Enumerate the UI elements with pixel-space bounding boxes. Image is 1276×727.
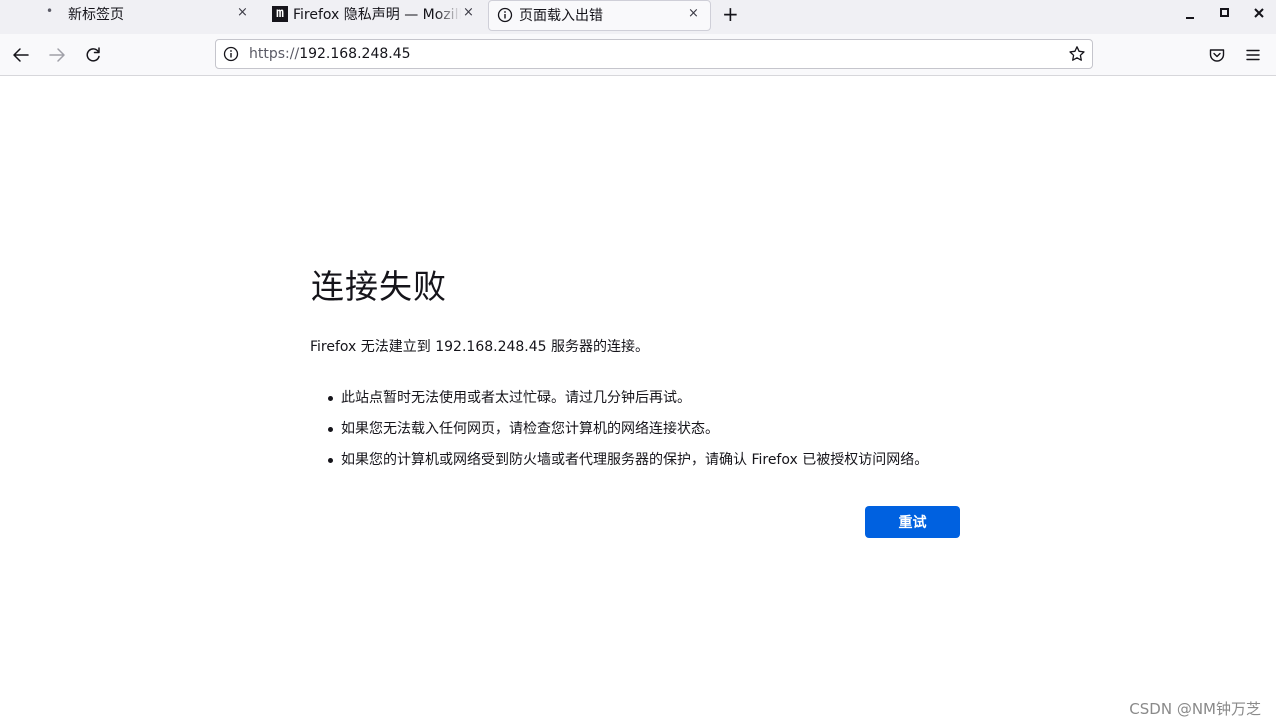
error-suggestions-list: 此站点暂时无法使用或者太过忙碌。请过几分钟后再试。 如果您无法载入任何网页，请检…	[310, 388, 928, 481]
tab-strip: • 新标签页 × m Firefox 隐私声明 — Mozilla × 页面载入…	[0, 0, 1276, 34]
url-bar[interactable]: https://192.168.248.45	[215, 39, 1093, 69]
tab-title: Firefox 隐私声明 — Mozilla	[293, 7, 461, 23]
tab-new-tab[interactable]: • 新标签页 ×	[0, 0, 262, 28]
url-text[interactable]: https://192.168.248.45	[249, 46, 411, 62]
minimize-button[interactable]	[1185, 6, 1197, 24]
error-description: Firefox 无法建立到 192.168.248.45 服务器的连接。	[310, 339, 650, 355]
menu-button[interactable]	[1240, 42, 1266, 68]
reload-button[interactable]	[80, 42, 106, 68]
site-info-icon[interactable]	[223, 46, 239, 66]
error-title: 连接失败	[311, 267, 447, 306]
back-arrow-icon	[13, 48, 29, 62]
forward-arrow-icon	[49, 48, 65, 62]
tab-privacy-notice[interactable]: m Firefox 隐私声明 — Mozilla ×	[262, 0, 486, 28]
back-button[interactable]	[8, 42, 34, 68]
info-icon	[497, 7, 513, 27]
mozilla-favicon-icon: m	[272, 6, 288, 22]
list-item: 如果您的计算机或网络受到防火墙或者代理服务器的保护，请确认 Firefox 已被…	[310, 450, 928, 481]
pocket-button[interactable]	[1204, 42, 1230, 68]
hamburger-menu-icon	[1246, 49, 1260, 61]
tab-loading-dot-icon: •	[46, 4, 54, 18]
bookmark-star-icon[interactable]	[1068, 45, 1086, 67]
retry-button[interactable]: 重试	[865, 506, 960, 538]
tab-close-icon[interactable]: ×	[463, 5, 474, 20]
list-item: 如果您无法载入任何网页，请检查您计算机的网络连接状态。	[310, 419, 928, 450]
tab-close-icon[interactable]: ×	[237, 5, 248, 20]
tab-title: 页面载入出错	[519, 8, 603, 24]
watermark-text: CSDN @NM钟万芝	[1129, 700, 1261, 718]
url-scheme: https://	[249, 46, 300, 62]
list-item: 此站点暂时无法使用或者太过忙碌。请过几分钟后再试。	[310, 388, 928, 419]
reload-icon	[86, 47, 100, 62]
pocket-icon	[1209, 49, 1225, 62]
navigation-toolbar: https://192.168.248.45	[0, 34, 1276, 76]
tab-page-load-error[interactable]: 页面载入出错 ×	[488, 0, 711, 31]
forward-button[interactable]	[44, 42, 70, 68]
tab-close-icon[interactable]: ×	[688, 6, 699, 21]
tab-title: 新标签页	[68, 7, 124, 23]
close-window-button[interactable]	[1253, 6, 1265, 24]
maximize-button[interactable]	[1219, 6, 1231, 24]
url-host: 192.168.248.45	[299, 46, 411, 62]
new-tab-button[interactable]: +	[722, 2, 739, 26]
